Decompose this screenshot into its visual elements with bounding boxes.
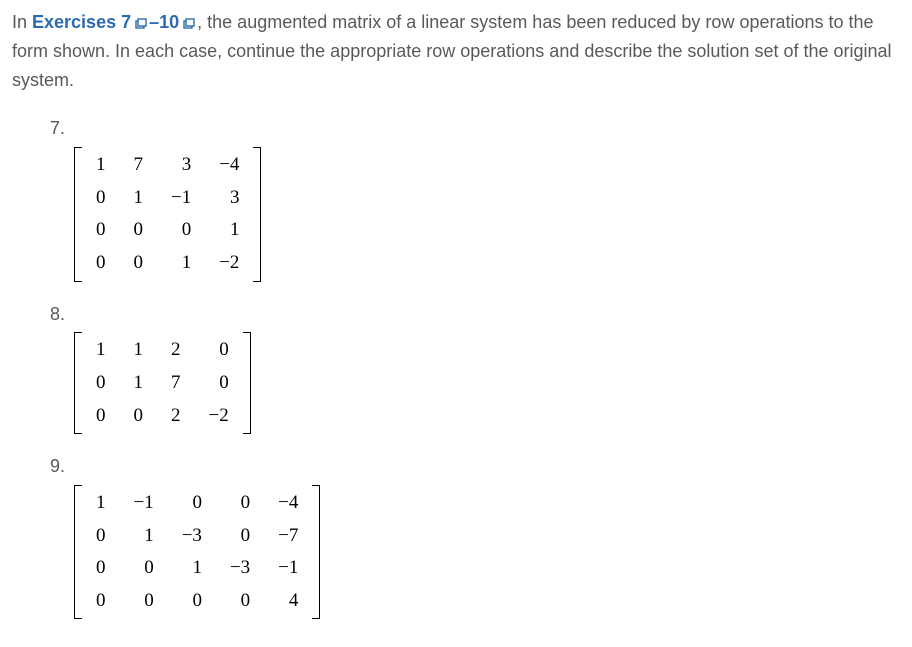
bracket-right bbox=[243, 332, 251, 434]
matrix-row: 1−100−4 bbox=[82, 487, 312, 520]
matrix-cell: 4 bbox=[264, 585, 312, 618]
matrix-cell: −4 bbox=[264, 487, 312, 520]
matrix-cell: 0 bbox=[168, 487, 216, 520]
exercise-number: 9. bbox=[50, 452, 900, 481]
matrix-cell: 0 bbox=[120, 214, 158, 247]
matrix-cell: 1 bbox=[82, 149, 120, 182]
matrix-cell: 0 bbox=[82, 247, 120, 280]
matrix-cell: 1 bbox=[205, 214, 253, 247]
exercises-label: Exercises 7–10 bbox=[32, 12, 197, 32]
matrix-row: 01−30−7 bbox=[82, 520, 312, 553]
matrix-cell: 0 bbox=[120, 552, 168, 585]
matrix-row: 001−2 bbox=[82, 247, 253, 280]
matrix-row: 001−3−1 bbox=[82, 552, 312, 585]
matrix-cell: 0 bbox=[82, 400, 120, 433]
matrix-cell: 1 bbox=[168, 552, 216, 585]
matrix-cell: 1 bbox=[82, 487, 120, 520]
matrix-cell: 0 bbox=[216, 520, 264, 553]
matrix-cell: −1 bbox=[120, 487, 168, 520]
popup-icon[interactable] bbox=[181, 16, 195, 30]
matrix-cell: 0 bbox=[82, 214, 120, 247]
matrix-cell: 3 bbox=[157, 149, 205, 182]
matrix-cell: −2 bbox=[205, 247, 253, 280]
matrix-cell: 0 bbox=[82, 367, 120, 400]
matrix: 1−100−401−30−7001−3−100004 bbox=[74, 485, 320, 619]
matrix-cell: 2 bbox=[157, 400, 195, 433]
matrix-cell: 1 bbox=[120, 367, 158, 400]
matrix-cell: 0 bbox=[82, 585, 120, 618]
matrix-cell: 0 bbox=[82, 182, 120, 215]
matrix-cell: 2 bbox=[157, 334, 195, 367]
matrix-cell: 0 bbox=[216, 487, 264, 520]
bracket-left bbox=[74, 332, 82, 434]
matrix-cell: 0 bbox=[195, 367, 243, 400]
matrix-row: 002−2 bbox=[82, 400, 243, 433]
matrix-row: 173−4 bbox=[82, 149, 253, 182]
matrix-row: 01−13 bbox=[82, 182, 253, 215]
matrix-cell: 7 bbox=[157, 367, 195, 400]
matrix-row: 1120 bbox=[82, 334, 243, 367]
matrix-cell: −7 bbox=[264, 520, 312, 553]
exercise-item: 7.173−401−130001001−2 bbox=[50, 114, 900, 291]
exercise-item: 9.1−100−401−30−7001−3−100004 bbox=[50, 452, 900, 629]
popup-icon[interactable] bbox=[133, 16, 147, 30]
matrix-cell: −4 bbox=[205, 149, 253, 182]
instruction-prefix: In bbox=[12, 12, 32, 32]
matrix-cell: 0 bbox=[195, 334, 243, 367]
matrix-cell: 0 bbox=[216, 585, 264, 618]
matrix-table: 173−401−130001001−2 bbox=[82, 149, 253, 279]
exercise-number: 7. bbox=[50, 114, 900, 143]
matrix-cell: 0 bbox=[120, 247, 158, 280]
matrix-cell: 1 bbox=[120, 182, 158, 215]
matrix-row: 0001 bbox=[82, 214, 253, 247]
matrix-table: 11200170002−2 bbox=[82, 334, 243, 432]
matrix: 173−401−130001001−2 bbox=[74, 147, 261, 281]
bracket-right bbox=[312, 485, 320, 619]
bracket-left bbox=[74, 147, 82, 281]
matrix: 11200170002−2 bbox=[74, 332, 251, 434]
matrix-cell: −3 bbox=[168, 520, 216, 553]
matrix-row: 00004 bbox=[82, 585, 312, 618]
instruction-text: In Exercises 7–10, the augmented matrix … bbox=[12, 8, 900, 94]
matrix-cell: 7 bbox=[120, 149, 158, 182]
matrix-row: 0170 bbox=[82, 367, 243, 400]
matrix-cell: 0 bbox=[82, 520, 120, 553]
matrix-cell: 1 bbox=[120, 520, 168, 553]
matrix-cell: 1 bbox=[120, 334, 158, 367]
matrix-cell: 0 bbox=[120, 585, 168, 618]
matrix-cell: −1 bbox=[157, 182, 205, 215]
matrix-table: 1−100−401−30−7001−3−100004 bbox=[82, 487, 312, 617]
matrix-cell: 0 bbox=[120, 400, 158, 433]
exercise-item: 8.11200170002−2 bbox=[50, 300, 900, 445]
matrix-cell: 0 bbox=[82, 552, 120, 585]
matrix-cell: 3 bbox=[205, 182, 253, 215]
matrix-cell: −3 bbox=[216, 552, 264, 585]
exercise-number: 8. bbox=[50, 300, 900, 329]
exercises-list: 7.173−401−130001001−28.11200170002−29.1−… bbox=[12, 114, 900, 629]
bracket-right bbox=[253, 147, 261, 281]
matrix-cell: 1 bbox=[82, 334, 120, 367]
bracket-left bbox=[74, 485, 82, 619]
matrix-cell: −2 bbox=[195, 400, 243, 433]
matrix-cell: 0 bbox=[168, 585, 216, 618]
matrix-cell: 1 bbox=[157, 247, 205, 280]
matrix-cell: 0 bbox=[157, 214, 205, 247]
matrix-cell: −1 bbox=[264, 552, 312, 585]
